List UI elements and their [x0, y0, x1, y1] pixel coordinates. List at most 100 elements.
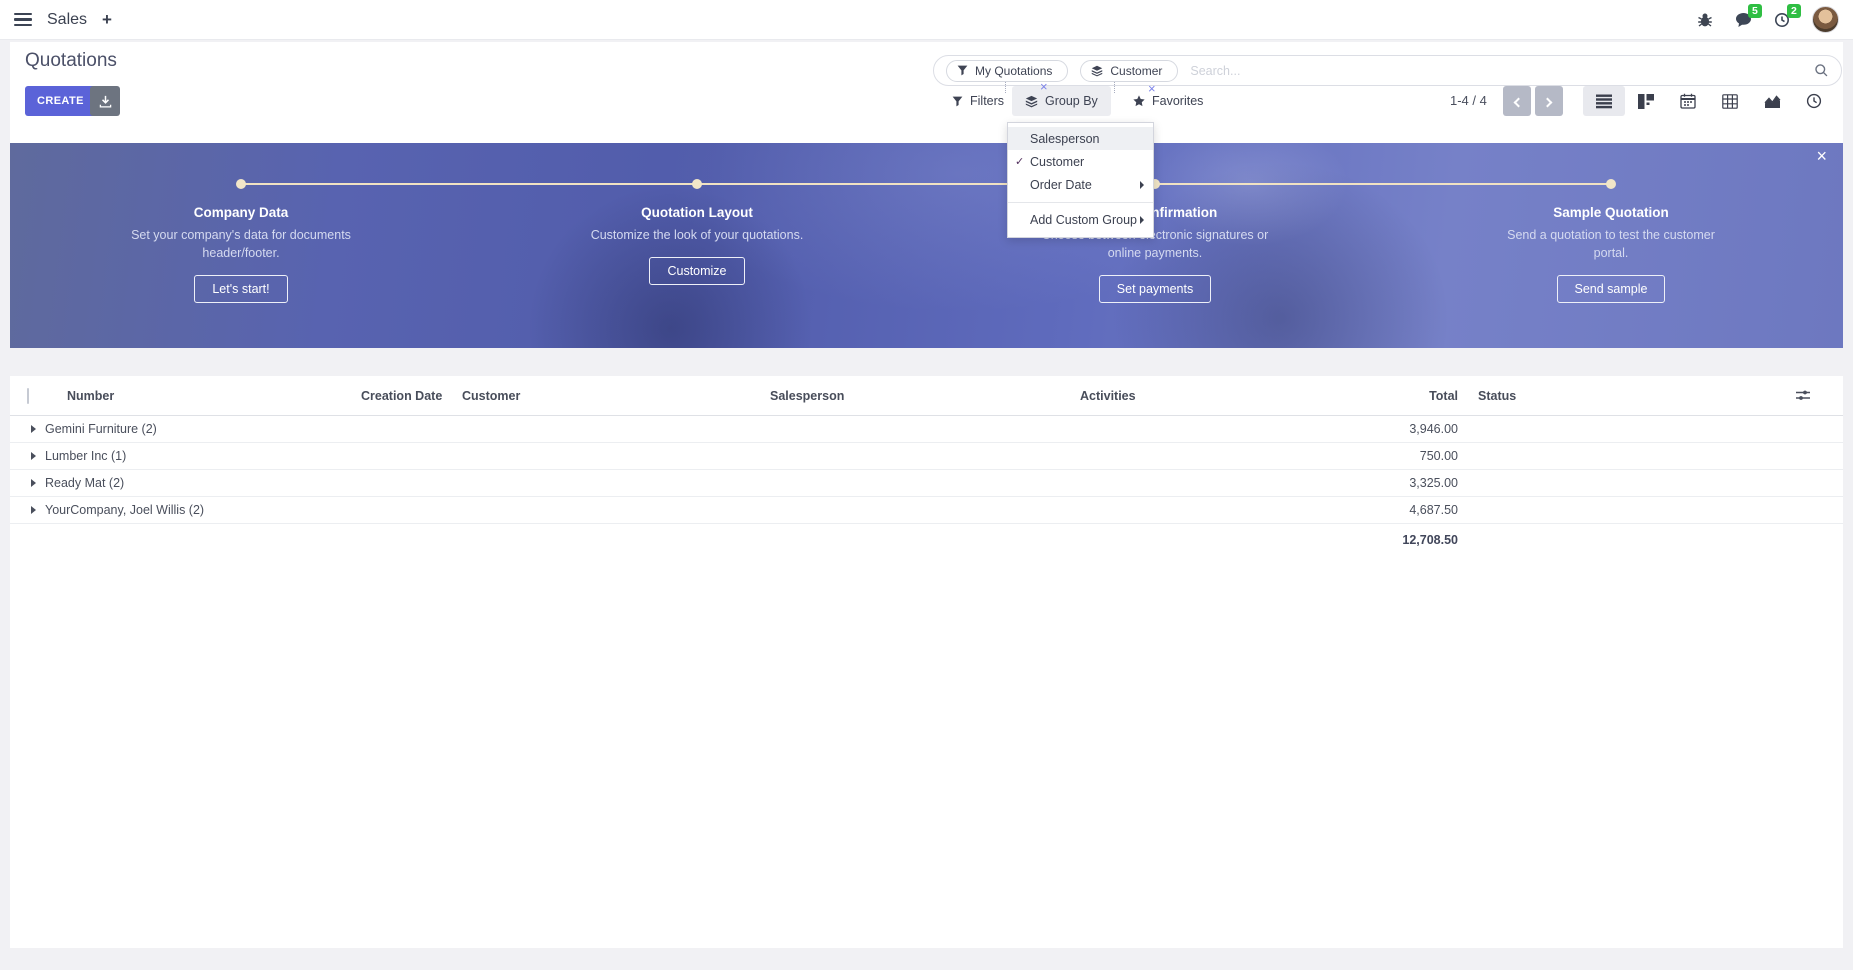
favorites-button[interactable]: Favorites	[1120, 86, 1216, 116]
calendar-view-button[interactable]	[1667, 86, 1709, 116]
plus-icon[interactable]: +	[102, 11, 112, 28]
separator	[1114, 82, 1115, 93]
menu-item-label: Add Custom Group	[1030, 213, 1137, 227]
lets-start-button[interactable]: Let's start!	[194, 275, 287, 303]
group-row-lumber-inc[interactable]: Lumber Inc (1) 750.00	[10, 443, 1843, 470]
kanban-view-button[interactable]	[1625, 86, 1667, 116]
expand-caret-icon	[31, 506, 36, 514]
pager-next-button[interactable]	[1535, 86, 1563, 116]
facet-my-quotations[interactable]: My Quotations	[946, 60, 1068, 82]
check-icon: ✓	[1015, 155, 1024, 168]
header-cell	[10, 389, 67, 403]
customize-button[interactable]: Customize	[649, 257, 744, 285]
group-row-ready-mat[interactable]: Ready Mat (2) 3,325.00	[10, 470, 1843, 497]
column-header-creation-date[interactable]: Creation Date	[361, 389, 462, 403]
navbar-left: Sales +	[14, 11, 112, 29]
expand-caret-icon	[31, 479, 36, 487]
group-name: YourCompany, Joel Willis (2)	[45, 503, 204, 517]
group-by-label: Group By	[1045, 94, 1098, 108]
debug-bug-icon[interactable]	[1697, 12, 1713, 28]
sliders-icon	[1796, 389, 1810, 402]
user-avatar[interactable]	[1812, 6, 1839, 33]
column-header-customer[interactable]: Customer	[462, 389, 770, 403]
step-description: Customize the look of your quotations.	[582, 226, 812, 244]
kanban-icon	[1638, 94, 1654, 109]
pager-previous-button[interactable]	[1503, 86, 1531, 116]
group-by-button[interactable]: Group By	[1012, 86, 1111, 116]
list-header-row: Number Creation Date Customer Salesperso…	[10, 376, 1843, 416]
menu-item-salesperson[interactable]: Salesperson	[1008, 127, 1153, 150]
onboarding-banner: × Company Data Set your company's data f…	[10, 143, 1843, 348]
create-button[interactable]: CREATE	[25, 86, 96, 116]
column-header-number[interactable]: Number	[67, 389, 361, 403]
menu-item-order-date[interactable]: Order Date	[1008, 173, 1153, 196]
group-name: Lumber Inc (1)	[45, 449, 126, 463]
facet-customer[interactable]: Customer	[1080, 60, 1178, 82]
step-title: Company Data	[126, 205, 356, 220]
menu-item-label: Customer	[1030, 155, 1084, 169]
step-title: Sample Quotation	[1496, 205, 1726, 220]
group-row-yourcompany-joel-willis[interactable]: YourCompany, Joel Willis (2) 4,687.50	[10, 497, 1843, 524]
remove-facet-my-quotations-icon[interactable]: ×	[1040, 80, 1048, 93]
select-all-checkbox[interactable]	[27, 388, 29, 404]
app-title[interactable]: Sales	[47, 11, 87, 29]
onboarding-timeline	[241, 183, 1611, 185]
step-title: Quotation Layout	[582, 205, 812, 220]
group-total: 3,325.00	[1409, 476, 1458, 490]
pivot-view-button[interactable]	[1709, 86, 1751, 116]
menu-item-add-custom-group[interactable]: Add Custom Group	[1008, 208, 1153, 231]
group-total: 4,687.50	[1409, 503, 1458, 517]
step-description: Set your company's data for documents he…	[126, 226, 356, 262]
favorites-label: Favorites	[1152, 94, 1203, 108]
menu-item-customer[interactable]: ✓ Customer	[1008, 150, 1153, 173]
star-icon	[1133, 95, 1145, 107]
submenu-arrow-icon	[1140, 216, 1144, 224]
hamburger-menu-icon[interactable]	[14, 13, 32, 27]
navbar-right: 5 2	[1697, 6, 1839, 33]
filters-label: Filters	[970, 94, 1004, 108]
search-icon[interactable]	[1814, 63, 1829, 78]
column-header-status[interactable]: Status	[1458, 389, 1796, 403]
search-bar[interactable]: My Quotations Customer	[933, 55, 1842, 86]
layers-icon	[1025, 95, 1038, 108]
pivot-icon	[1722, 94, 1738, 109]
view-switcher	[1583, 86, 1835, 116]
quotations-list: Number Creation Date Customer Salesperso…	[10, 376, 1843, 948]
send-sample-button[interactable]: Send sample	[1557, 275, 1666, 303]
timeline-dot	[1606, 179, 1616, 189]
onboarding-step-company-data: Company Data Set your company's data for…	[126, 205, 356, 303]
list-icon	[1596, 94, 1612, 109]
column-header-total[interactable]: Total	[1200, 389, 1458, 403]
list-footer-row: 12,708.50	[10, 524, 1843, 556]
group-total: 3,946.00	[1409, 422, 1458, 436]
group-total: 750.00	[1420, 449, 1458, 463]
list-view-button[interactable]	[1583, 86, 1625, 116]
filters-button[interactable]: Filters	[939, 86, 1017, 116]
set-payments-button[interactable]: Set payments	[1099, 275, 1211, 303]
remove-facet-customer-icon[interactable]: ×	[1148, 82, 1156, 95]
timeline-dot	[236, 179, 246, 189]
submenu-arrow-icon	[1140, 181, 1144, 189]
graph-view-button[interactable]	[1751, 86, 1793, 116]
optional-columns-button[interactable]	[1796, 389, 1843, 402]
clock-icon	[1806, 93, 1822, 109]
search-input[interactable]	[1190, 64, 1802, 78]
page-title: Quotations	[25, 50, 117, 72]
export-button[interactable]	[90, 86, 120, 116]
pager-range: 1-4 / 4	[1450, 93, 1487, 108]
activities-button[interactable]: 2	[1774, 12, 1790, 28]
download-icon	[99, 95, 112, 108]
column-header-salesperson[interactable]: Salesperson	[770, 389, 1080, 403]
facet-label: My Quotations	[975, 64, 1052, 78]
chevron-left-icon	[1514, 97, 1524, 107]
group-row-gemini-furniture[interactable]: Gemini Furniture (2) 3,946.00	[10, 416, 1843, 443]
banner-close-icon[interactable]: ×	[1816, 147, 1827, 165]
menu-item-label: Order Date	[1030, 178, 1092, 192]
menu-separator	[1008, 202, 1153, 203]
messages-button[interactable]: 5	[1735, 12, 1752, 28]
column-header-activities[interactable]: Activities	[1080, 389, 1200, 403]
activities-count-badge: 2	[1787, 4, 1801, 19]
group-by-dropdown-menu: Salesperson ✓ Customer Order Date Add Cu…	[1007, 122, 1154, 238]
activity-view-button[interactable]	[1793, 86, 1835, 116]
chevron-right-icon	[1543, 97, 1553, 107]
